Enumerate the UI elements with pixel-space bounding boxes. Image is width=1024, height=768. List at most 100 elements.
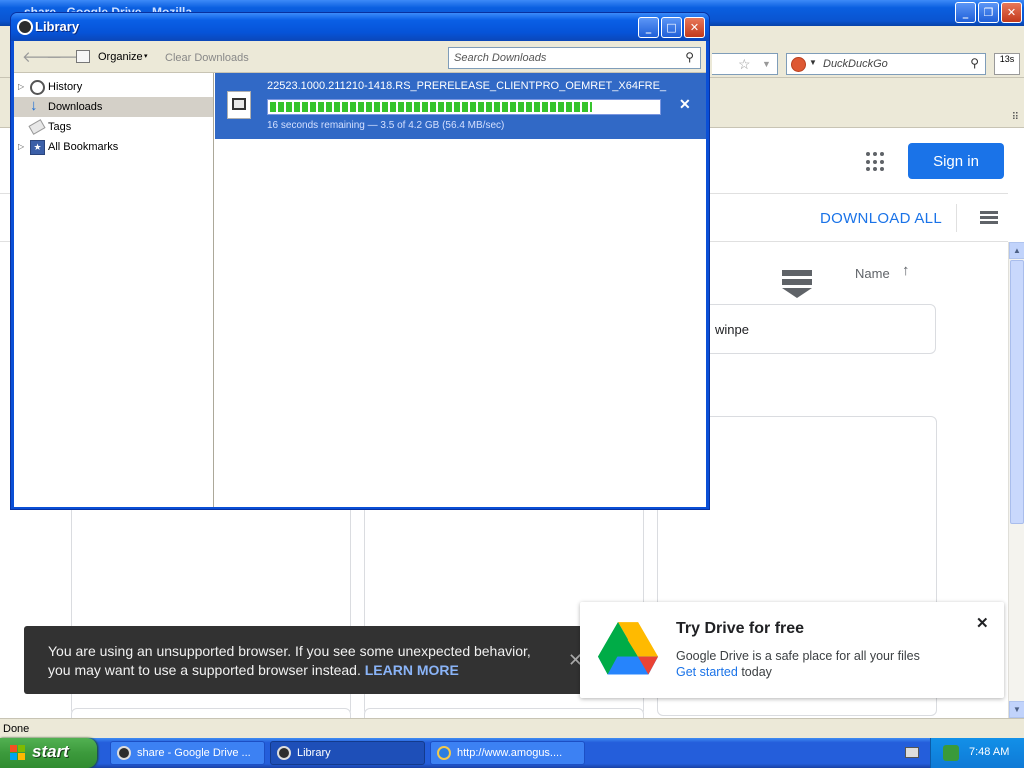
sort-arrow-icon[interactable]: ↑	[902, 262, 910, 279]
addon-badge[interactable]: 13s	[994, 53, 1020, 75]
expand-icon[interactable]: ▷	[18, 82, 24, 91]
sidebar-item-downloads[interactable]: ↓ Downloads	[14, 97, 213, 117]
library-toolbar: 🡐 🡒 Organize ▾ Clear Downloads Search Do…	[14, 41, 706, 73]
sidebar-item-label: All Bookmarks	[48, 141, 119, 153]
system-tray: 7:48 AM	[930, 738, 1024, 768]
keyboard-icon[interactable]	[905, 747, 919, 758]
maximize-button[interactable]: □	[661, 17, 682, 38]
browser-caption-buttons: _ ❐ ✕	[955, 2, 1022, 23]
search-engine-box[interactable]: ▼ DuckDuckGo ⚲	[786, 53, 986, 75]
scroll-up-icon[interactable]: ▲	[1009, 242, 1024, 259]
restore-button[interactable]: ❐	[978, 2, 999, 23]
organize-icon[interactable]	[76, 50, 90, 63]
taskbar-item-label: http://www.amogus....	[457, 747, 563, 759]
sidebar-item-all-bookmarks[interactable]: ▷ ★ All Bookmarks	[14, 137, 213, 157]
library-sidebar: ▷ History ↓ Downloads Tags ▷ ★ All Bookm…	[14, 73, 214, 507]
progress-fill	[270, 102, 593, 112]
sidebar-item-label: History	[48, 81, 83, 93]
sidebar-item-label: Downloads	[48, 101, 103, 113]
minimize-button[interactable]: _	[955, 2, 976, 23]
firefox-icon	[17, 19, 33, 35]
taskbar-item-label: share - Google Drive ...	[137, 747, 251, 759]
search-icon[interactable]: ⚲	[970, 56, 979, 70]
disk-image-file-icon	[227, 91, 251, 119]
history-icon	[30, 80, 45, 95]
ie-icon	[437, 746, 451, 760]
library-titlebar[interactable]: Library _ □ ✕	[11, 13, 709, 41]
library-window: Library _ □ ✕ 🡐 🡒 Organize ▾ Clear Downl…	[10, 12, 710, 510]
downloads-list: 22523.1000.211210-1418.RS_PRERELEASE_CLI…	[215, 73, 706, 507]
status-text: Done	[3, 723, 30, 735]
signin-button[interactable]: Sign in	[908, 143, 1004, 179]
minimize-button[interactable]: _	[638, 17, 659, 38]
close-button[interactable]: ✕	[1001, 2, 1022, 23]
clear-downloads-button[interactable]: Clear Downloads	[165, 52, 249, 64]
taskbar: start share - Google Drive ... Library h…	[0, 738, 1024, 768]
grip-icon: ⠿	[1011, 112, 1019, 123]
start-label: start	[32, 742, 69, 761]
search-engine-placeholder: DuckDuckGo	[823, 58, 888, 70]
promo-description: Google Drive is a safe place for all you…	[676, 649, 920, 663]
windows-logo-icon	[10, 745, 26, 761]
library-body: 🡐 🡒 Organize ▾ Clear Downloads Search Do…	[14, 41, 706, 507]
promo-cta-suffix: today	[737, 665, 772, 679]
sort-name-label[interactable]: Name	[855, 266, 890, 281]
promo-cta-line: Get started today	[676, 665, 772, 679]
taskbar-item-label: Library	[297, 747, 331, 759]
scroll-down-icon[interactable]: ▼	[1009, 701, 1024, 718]
taskbar-item-library[interactable]: Library	[270, 741, 425, 765]
clock[interactable]: 7:48 AM	[969, 746, 1009, 758]
unsupported-browser-toast: You are using an unsupported browser. If…	[24, 626, 592, 694]
apps-grid-icon[interactable]	[866, 152, 886, 172]
archive-file-thumbnail-icon	[782, 270, 812, 310]
download-filename: 22523.1000.211210-1418.RS_PRERELEASE_CLI…	[267, 80, 667, 92]
search-icon[interactable]: ⚲	[685, 50, 694, 64]
download-item[interactable]: 22523.1000.211210-1418.RS_PRERELEASE_CLI…	[215, 73, 706, 139]
promo-title: Try Drive for free	[676, 620, 805, 637]
organize-button[interactable]: Organize	[98, 51, 143, 63]
browser-status-bar: Done	[0, 718, 1024, 738]
expand-icon[interactable]: ▷	[18, 142, 24, 151]
list-view-icon[interactable]	[980, 211, 998, 225]
divider	[956, 204, 957, 232]
browser-scrollbar[interactable]: ▲ ▼	[1008, 242, 1024, 718]
folder-name: winpe	[715, 322, 749, 337]
organize-dropdown-icon[interactable]: ▾	[144, 52, 148, 60]
file-card[interactable]	[364, 708, 644, 718]
google-drive-logo-icon	[598, 622, 658, 675]
firefox-icon	[117, 746, 131, 760]
tray-app-icon[interactable]	[943, 745, 959, 761]
duckduckgo-icon[interactable]	[791, 57, 806, 72]
close-button[interactable]: ✕	[684, 17, 705, 38]
download-status: 16 seconds remaining — 3.5 of 4.2 GB (56…	[267, 120, 505, 131]
library-caption-buttons: _ □ ✕	[638, 17, 705, 38]
cancel-download-icon[interactable]: ✕	[679, 96, 691, 113]
promo-close-icon[interactable]: ✕	[976, 614, 989, 632]
library-title: Library	[35, 19, 80, 34]
drive-promo-card: Try Drive for free Google Drive is a saf…	[580, 602, 1004, 698]
download-all-button[interactable]: DOWNLOAD ALL	[820, 210, 942, 227]
sidebar-item-tags[interactable]: Tags	[14, 117, 213, 137]
taskbar-item-amogus[interactable]: http://www.amogus....	[430, 741, 585, 765]
bookmark-star-icon[interactable]: ☆	[738, 56, 751, 73]
taskbar-item-share-google-drive[interactable]: share - Google Drive ...	[110, 741, 265, 765]
search-downloads-input[interactable]: Search Downloads ⚲	[448, 47, 701, 69]
downloads-icon: ↓	[30, 97, 38, 114]
bookmarks-icon: ★	[30, 140, 45, 155]
download-progress-bar	[267, 99, 661, 115]
search-placeholder: Search Downloads	[454, 52, 547, 64]
start-button[interactable]: start	[0, 738, 97, 768]
url-dropdown-icon[interactable]: ▼	[762, 59, 771, 69]
url-bar-end[interactable]: ☆ ▼	[712, 53, 778, 75]
get-started-link[interactable]: Get started	[676, 665, 738, 679]
sidebar-item-history[interactable]: ▷ History	[14, 77, 213, 97]
toast-message: You are using an unsupported browser. If…	[48, 642, 538, 680]
file-card[interactable]	[71, 708, 351, 718]
sidebar-item-label: Tags	[48, 121, 72, 133]
folder-card[interactable]: winpe	[700, 304, 936, 354]
engine-dropdown-icon[interactable]: ▼	[809, 58, 817, 67]
firefox-icon	[277, 746, 291, 760]
tags-icon	[28, 119, 46, 135]
scrollbar-thumb[interactable]	[1010, 260, 1024, 524]
learn-more-link[interactable]: LEARN MORE	[365, 662, 459, 678]
